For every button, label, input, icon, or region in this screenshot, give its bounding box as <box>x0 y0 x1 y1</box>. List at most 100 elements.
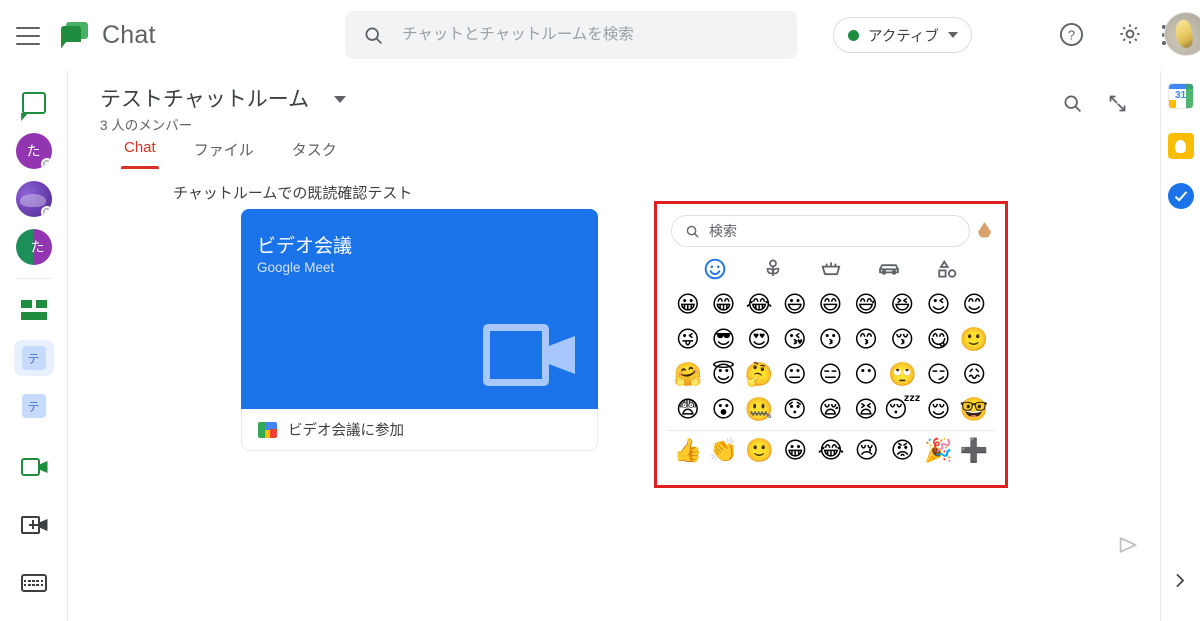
join-meeting-button[interactable]: ビデオ会議に参加 <box>241 409 598 451</box>
emoji-button[interactable]: 😊 <box>956 290 992 321</box>
emoji-button[interactable]: 😂 <box>741 290 777 321</box>
avatar <box>15 181 52 217</box>
tab-chat[interactable]: Chat <box>121 139 159 169</box>
status-label: アクティブ <box>868 28 939 45</box>
emoji-button[interactable]: 😉 <box>921 290 957 321</box>
hamburger-menu-icon[interactable] <box>16 26 40 45</box>
emoji-button[interactable]: 🙄 <box>884 360 921 391</box>
emoji-button[interactable]: 😄 <box>813 290 849 321</box>
emoji-search-row <box>657 215 1005 247</box>
category-nature-icon[interactable] <box>758 256 788 282</box>
emoji-button[interactable]: 😪 <box>813 395 849 426</box>
emoji-button[interactable]: 😴 <box>884 395 921 426</box>
category-food-icon[interactable] <box>816 256 846 282</box>
emoji-button[interactable]: 😜 <box>670 325 706 356</box>
sidebar-item-rooms[interactable] <box>10 286 58 334</box>
quick-reaction-row: 👍 👏 🙂 😀 😂 😢 😡 🎉 ➕ <box>657 436 1005 467</box>
collapse-arrows-icon[interactable] <box>1107 93 1128 119</box>
divider <box>15 278 52 279</box>
google-keep-icon[interactable] <box>1167 133 1194 159</box>
room-options-chevron-down-icon[interactable] <box>334 96 346 103</box>
google-tasks-icon[interactable] <box>1167 183 1194 209</box>
join-with-code-button[interactable] <box>10 559 58 607</box>
emoji-category-tabs <box>657 256 1005 282</box>
quick-reaction-button[interactable]: 😀 <box>777 436 813 467</box>
emoji-button[interactable]: 😶 <box>848 360 884 391</box>
emoji-button[interactable]: 😇 <box>706 360 742 391</box>
emoji-button[interactable]: 🤓 <box>956 395 992 426</box>
quick-reaction-button[interactable]: 😢 <box>849 436 885 467</box>
user-avatar[interactable] <box>1164 12 1200 56</box>
emoji-button[interactable]: 😅 <box>848 290 884 321</box>
emoji-button[interactable]: 😗 <box>813 325 849 356</box>
sidebar-item-dm-1[interactable]: た <box>10 127 58 175</box>
emoji-button[interactable]: 😮 <box>706 395 742 426</box>
emoji-button[interactable]: 🤐 <box>741 395 777 426</box>
emoji-button[interactable]: 😖 <box>956 360 992 391</box>
room-search-icon[interactable] <box>1062 93 1083 119</box>
chevron-right-icon[interactable] <box>1168 569 1190 591</box>
start-meeting-button[interactable] <box>10 443 58 491</box>
emoji-button[interactable]: 🤗 <box>670 360 706 391</box>
emoji-button[interactable]: 🙂 <box>956 325 992 356</box>
tab-files[interactable]: ファイル <box>194 139 254 169</box>
emoji-button[interactable]: 🤔 <box>741 360 777 391</box>
emoji-button[interactable]: 😫 <box>848 395 884 426</box>
left-navigation-rail: た た テ テ <box>0 71 68 621</box>
gear-icon[interactable] <box>1117 21 1147 51</box>
sidebar-item-room-active[interactable]: テ <box>10 334 58 382</box>
avatar-initial: た <box>26 143 41 159</box>
emoji-search-input[interactable] <box>709 223 919 239</box>
sidebar-item-chat[interactable] <box>10 79 58 127</box>
emoji-button[interactable]: 😀 <box>670 290 706 321</box>
avatar: た <box>15 229 52 265</box>
room-chip: テ <box>14 388 54 424</box>
emoji-button[interactable]: 😆 <box>884 290 921 321</box>
category-symbols-icon[interactable] <box>932 256 962 282</box>
top-app-bar: Chat アクティブ ? <box>0 0 1200 71</box>
quick-reaction-button[interactable]: ➕ <box>956 436 992 467</box>
sidebar-item-room-2[interactable]: テ <box>10 382 58 430</box>
new-meeting-button[interactable] <box>10 501 58 549</box>
quick-reaction-button[interactable]: 🎉 <box>920 436 956 467</box>
svg-text:?: ? <box>1068 28 1075 43</box>
rooms-grid-icon <box>20 300 47 320</box>
emoji-button[interactable]: 😘 <box>777 325 813 356</box>
emoji-button[interactable]: 😙 <box>848 325 884 356</box>
quick-reaction-button[interactable]: 😡 <box>885 436 921 467</box>
keyboard-icon <box>20 574 47 592</box>
emoji-button[interactable]: 😎 <box>706 325 742 356</box>
status-chip[interactable]: アクティブ <box>833 17 972 53</box>
room-header-actions <box>1062 93 1128 119</box>
emoji-button[interactable]: 😋 <box>921 325 957 356</box>
sidebar-item-dm-2[interactable] <box>10 175 58 223</box>
quick-reaction-button[interactable]: 👍 <box>670 436 706 467</box>
emoji-button[interactable]: 😏 <box>921 360 957 391</box>
room-chip-active: テ <box>13 340 54 376</box>
google-chat-window: Chat アクティブ ? <box>0 0 1200 621</box>
emoji-button[interactable]: 😍 <box>741 325 777 356</box>
skin-tone-droplet-icon[interactable] <box>978 222 993 240</box>
global-search-input[interactable] <box>402 26 772 44</box>
emoji-button[interactable]: 😨 <box>670 395 706 426</box>
emoji-button[interactable]: 😌 <box>921 395 957 426</box>
category-travel-icon[interactable] <box>874 256 904 282</box>
emoji-search-field[interactable] <box>671 215 970 247</box>
help-circle-icon[interactable]: ? <box>1058 21 1088 51</box>
global-search-bar[interactable] <box>345 11 797 59</box>
quick-reaction-button[interactable]: 👏 <box>706 436 742 467</box>
emoji-button[interactable]: 😃 <box>777 290 813 321</box>
emoji-button[interactable]: 😁 <box>706 290 742 321</box>
emoji-button[interactable]: 😯 <box>777 395 813 426</box>
meet-card[interactable]: ビデオ会議 Google Meet <box>241 209 598 409</box>
send-arrow-icon[interactable] <box>1116 533 1140 557</box>
emoji-button[interactable]: 😐 <box>777 360 813 391</box>
emoji-button[interactable]: 😚 <box>884 325 921 356</box>
quick-reaction-button[interactable]: 🙂 <box>742 436 778 467</box>
google-calendar-icon[interactable]: 31 <box>1167 83 1194 109</box>
tab-tasks[interactable]: タスク <box>292 139 337 169</box>
emoji-button[interactable]: 😑 <box>813 360 849 391</box>
quick-reaction-button[interactable]: 😂 <box>813 436 849 467</box>
category-smileys-icon[interactable] <box>700 256 730 282</box>
sidebar-item-dm-3[interactable]: た <box>10 223 58 271</box>
